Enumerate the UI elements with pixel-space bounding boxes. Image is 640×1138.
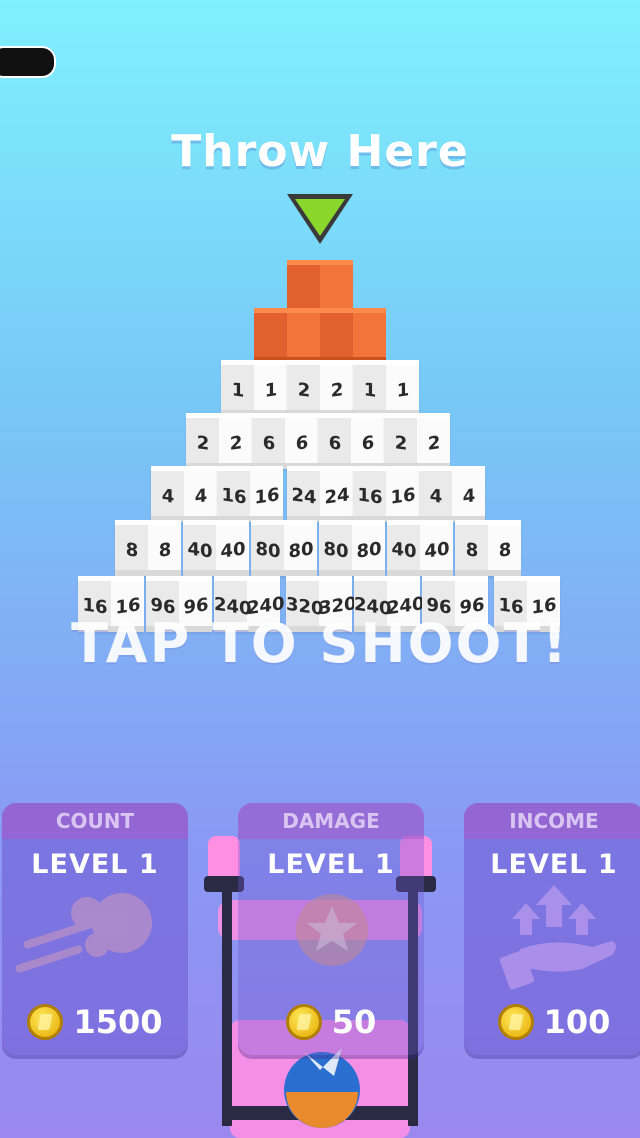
income-card-title: INCOME — [464, 803, 640, 839]
cube: 44 — [419, 466, 485, 522]
income-upgrade-card[interactable]: INCOME LEVEL 1 100 — [464, 803, 640, 1055]
multi-ball-icon — [15, 893, 152, 973]
coin-icon — [27, 1004, 64, 1040]
cube: 44 — [151, 466, 217, 522]
cube: 11 — [353, 360, 419, 416]
count-card-price: 1500 — [2, 1003, 188, 1041]
damage-upgrade-card[interactable]: DAMAGE LEVEL 1 50 — [238, 803, 424, 1055]
orange-cube-right — [320, 308, 386, 362]
orange-cube-top — [287, 260, 353, 314]
tap-to-shoot-prompt[interactable]: TAP TO SHOOT! — [0, 612, 640, 675]
count-card-title: COUNT — [2, 803, 188, 839]
income-hand-icon — [499, 885, 616, 990]
coin-icon — [497, 1004, 534, 1040]
damage-card-level: LEVEL 1 — [267, 849, 395, 880]
cube: 16 16 — [353, 466, 419, 522]
orange-cube-left — [254, 308, 320, 362]
cube: 88 — [455, 520, 521, 576]
cube: 24 24 — [287, 466, 353, 522]
cube: 66 — [318, 413, 384, 469]
damage-card-title: DAMAGE — [238, 803, 424, 839]
cube: 11 — [221, 360, 287, 416]
income-card-price: 100 — [464, 1003, 640, 1041]
income-card-level: LEVEL 1 — [490, 849, 618, 880]
cube: 80 80 — [319, 520, 385, 576]
cube: 88 — [115, 520, 181, 576]
cube: 40 40 — [387, 520, 453, 576]
cube: 22 — [287, 360, 353, 416]
cube: 16 16 — [217, 466, 283, 522]
cube: 40 40 — [183, 520, 249, 576]
cube: 80 80 — [251, 520, 317, 576]
cube-pyramid: 11 22 11 22 66 66 22 44 16 16 24 24 16 16 4… — [0, 0, 640, 700]
damage-card-price: 50 — [238, 1003, 424, 1041]
cube: 22 — [186, 413, 252, 469]
count-card-level: LEVEL 1 — [31, 849, 159, 880]
cube: 66 — [252, 413, 318, 469]
count-upgrade-card[interactable]: COUNT LEVEL 1 1500 — [2, 803, 188, 1055]
cube: 22 — [384, 413, 450, 469]
coin-icon — [285, 1004, 322, 1040]
